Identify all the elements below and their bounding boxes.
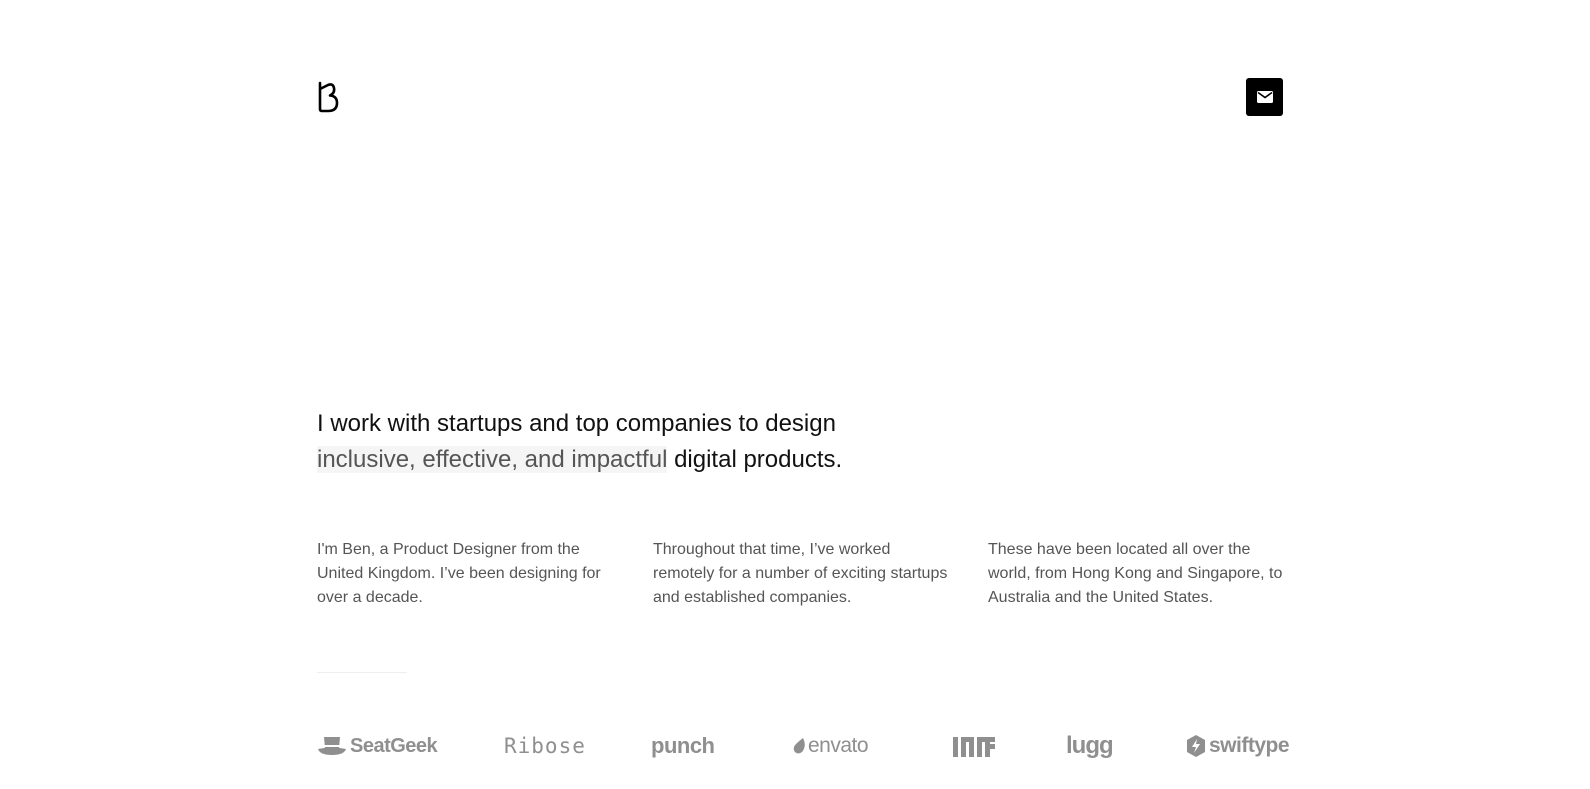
client-logo-mit [953,730,995,762]
client-logo-lugg: lugg [1066,730,1114,762]
bio-paragraph-2: Throughout that time, I’ve worked remote… [653,541,948,606]
page: I work with startups and top companies t… [317,0,1290,789]
client-logos: SeatGeek Ribose punch envato lugg swifty… [317,730,1290,762]
leaf-icon [793,738,805,754]
mail-icon [1256,91,1273,103]
top-hat-icon [318,737,346,755]
client-name: SeatGeek [350,734,438,757]
client-logo-swiftype: swiftype [1185,730,1290,762]
client-name: swiftype [1209,734,1290,757]
client-logo-envato: envato [793,730,869,762]
headline-highlight: inclusive, effective, and impactful [317,446,668,473]
contact-email-button[interactable] [1246,78,1283,116]
client-name: Ribose [504,734,586,758]
hero-headline: I work with startups and top companies t… [317,406,1017,478]
bio-paragraph-3: These have been located all over the wor… [988,541,1283,606]
b-monogram-logo-icon[interactable] [317,80,341,114]
client-name: envato [808,734,869,757]
mit-logo-icon [953,737,995,757]
bolt-icon [1187,735,1205,757]
headline-part2: digital products. [667,446,843,473]
section-divider [317,672,407,673]
client-logo-ribose: Ribose [504,730,586,762]
client-logo-punch: punch [651,730,715,762]
client-logo-seatgeek: SeatGeek [317,730,438,762]
client-name: punch [651,733,715,758]
headline-part1: I work with startups and top companies t… [317,410,836,437]
bio-paragraph-1: I'm Ben, a Product Designer from the Uni… [317,541,601,606]
client-name: lugg [1066,732,1114,759]
